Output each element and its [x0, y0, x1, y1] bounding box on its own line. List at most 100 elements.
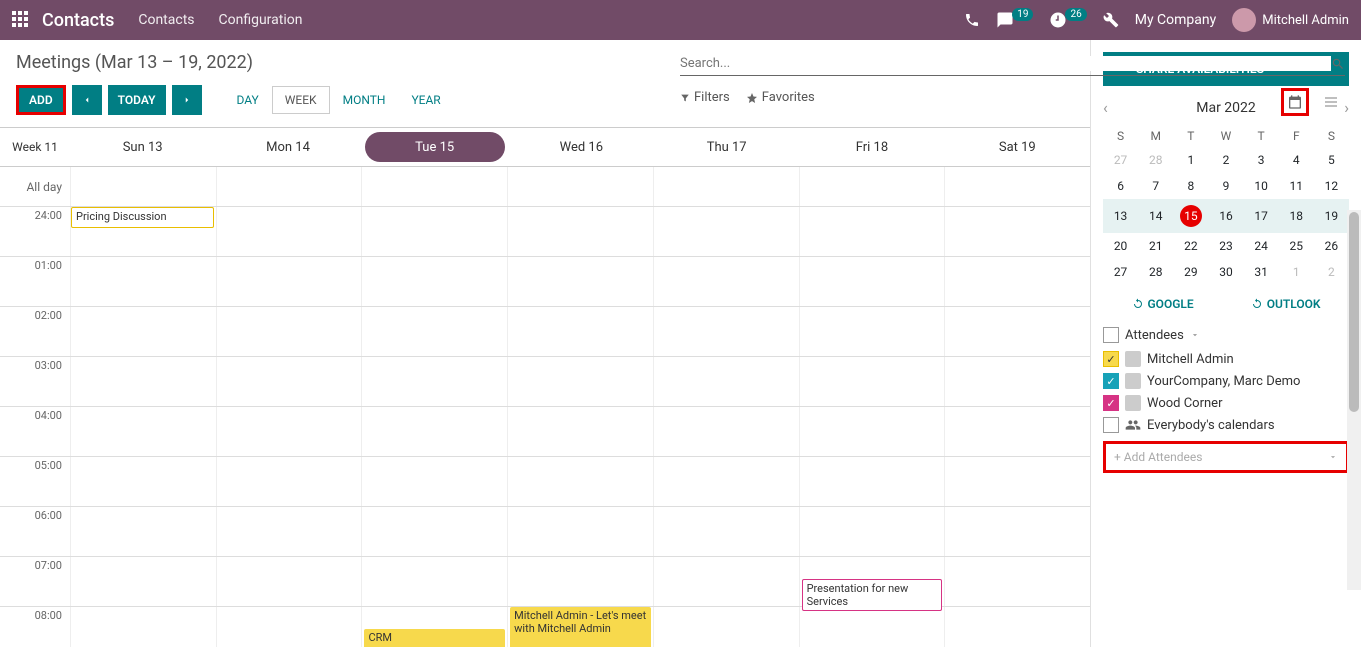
day-cell[interactable]	[944, 207, 1090, 256]
minical-day[interactable]: 20	[1103, 233, 1138, 259]
calendar-event[interactable]: CRM	[364, 629, 505, 647]
allday-cell[interactable]	[799, 167, 945, 206]
day-cell[interactable]	[944, 407, 1090, 456]
minical-day[interactable]: 21	[1138, 233, 1173, 259]
day-cell[interactable]: Mitchell Admin - Let's meet with Mitchel…	[507, 607, 653, 647]
next-button[interactable]	[172, 85, 202, 115]
day-cell[interactable]	[216, 307, 362, 356]
filters-dropdown[interactable]: Filters	[680, 90, 730, 105]
minical-day[interactable]: 4	[1279, 147, 1314, 173]
minical-day[interactable]: 15	[1173, 199, 1208, 233]
day-cell[interactable]	[361, 307, 507, 356]
day-cell[interactable]	[70, 457, 216, 506]
day-cell[interactable]	[70, 307, 216, 356]
allday-cell[interactable]	[216, 167, 362, 206]
allday-cell[interactable]	[70, 167, 216, 206]
attendees-header[interactable]: Attendees	[1103, 327, 1349, 343]
day-cell[interactable]	[361, 207, 507, 256]
minical-day[interactable]: 6	[1103, 173, 1138, 199]
day-cell[interactable]	[507, 307, 653, 356]
day-cell[interactable]	[653, 607, 799, 647]
nav-contacts[interactable]: Contacts	[138, 12, 194, 28]
day-cell[interactable]	[361, 457, 507, 506]
app-brand[interactable]: Contacts	[42, 10, 114, 31]
minical-day[interactable]: 19	[1314, 199, 1349, 233]
day-cell[interactable]	[653, 457, 799, 506]
add-attendees-input[interactable]: + Add Attendees	[1103, 441, 1349, 473]
minical-day[interactable]: 28	[1138, 259, 1173, 285]
favorites-dropdown[interactable]: Favorites	[746, 90, 815, 105]
add-button[interactable]: ADD	[16, 85, 66, 115]
minical-day[interactable]: 28	[1138, 147, 1173, 173]
day-cell[interactable]	[70, 607, 216, 647]
minical-day[interactable]: 24	[1244, 233, 1279, 259]
calendar-event[interactable]: Pricing Discussion	[71, 207, 214, 228]
day-cell[interactable]	[653, 207, 799, 256]
phone-icon[interactable]	[964, 12, 980, 28]
minical-day[interactable]: 12	[1314, 173, 1349, 199]
attendee-row[interactable]: ✓YourCompany, Marc Demo	[1103, 373, 1349, 389]
day-mon[interactable]: Mon 14	[215, 128, 360, 166]
minical-day[interactable]: 7	[1138, 173, 1173, 199]
attendee-checkbox[interactable]: ✓	[1103, 351, 1119, 367]
day-cell[interactable]	[799, 407, 945, 456]
day-cell[interactable]	[653, 257, 799, 306]
minical-day[interactable]: 29	[1173, 259, 1208, 285]
day-cell[interactable]	[216, 607, 362, 647]
day-cell[interactable]	[944, 307, 1090, 356]
day-cell[interactable]: Presentation for new Services	[799, 557, 945, 606]
day-cell[interactable]: Pricing Discussion	[70, 207, 216, 256]
day-cell[interactable]	[944, 357, 1090, 406]
day-cell[interactable]	[361, 257, 507, 306]
minical-day[interactable]: 26	[1314, 233, 1349, 259]
day-cell[interactable]	[944, 257, 1090, 306]
day-cell[interactable]	[70, 557, 216, 606]
calendar-event[interactable]: Mitchell Admin - Let's meet with Mitchel…	[510, 607, 651, 647]
search-input[interactable]	[680, 56, 1331, 71]
minical-day[interactable]: 3	[1244, 147, 1279, 173]
day-cell[interactable]	[361, 357, 507, 406]
scrollbar-thumb[interactable]	[1349, 212, 1359, 412]
scrollbar[interactable]	[1347, 210, 1361, 590]
calendar-view-icon[interactable]	[1281, 88, 1309, 116]
minical-day[interactable]: 25	[1279, 233, 1314, 259]
chat-icon[interactable]: 19	[996, 11, 1033, 29]
day-cell[interactable]	[361, 557, 507, 606]
day-cell[interactable]	[216, 507, 362, 556]
attendee-checkbox[interactable]: ✓	[1103, 395, 1119, 411]
day-cell[interactable]	[799, 357, 945, 406]
activity-icon[interactable]: 26	[1049, 11, 1086, 29]
minical-day[interactable]: 2	[1208, 147, 1243, 173]
day-sun[interactable]: Sun 13	[70, 128, 215, 166]
minical-day[interactable]: 5	[1314, 147, 1349, 173]
day-cell[interactable]	[799, 207, 945, 256]
day-cell[interactable]	[653, 307, 799, 356]
minical-day[interactable]: 8	[1173, 173, 1208, 199]
day-cell[interactable]	[653, 407, 799, 456]
day-cell[interactable]	[216, 557, 362, 606]
minical-day[interactable]: 10	[1244, 173, 1279, 199]
day-cell[interactable]	[944, 557, 1090, 606]
sync-outlook[interactable]: OUTLOOK	[1251, 297, 1321, 311]
minical-day[interactable]: 11	[1279, 173, 1314, 199]
day-cell[interactable]	[799, 257, 945, 306]
minical-day[interactable]: 27	[1103, 147, 1138, 173]
apps-icon[interactable]	[12, 11, 30, 29]
prev-button[interactable]	[72, 85, 102, 115]
day-cell[interactable]	[944, 607, 1090, 647]
minical-day[interactable]: 17	[1244, 199, 1279, 233]
minical-day[interactable]: 1	[1173, 147, 1208, 173]
search-icon[interactable]	[1331, 57, 1345, 71]
day-cell[interactable]	[361, 507, 507, 556]
day-sat[interactable]: Sat 19	[945, 128, 1090, 166]
attendee-checkbox[interactable]: ✓	[1103, 373, 1119, 389]
minical-day[interactable]: 1	[1279, 259, 1314, 285]
day-cell[interactable]	[70, 357, 216, 406]
day-thu[interactable]: Thu 17	[654, 128, 799, 166]
company-label[interactable]: My Company	[1135, 12, 1217, 28]
day-cell[interactable]	[216, 407, 362, 456]
day-cell[interactable]	[944, 457, 1090, 506]
day-cell[interactable]	[507, 357, 653, 406]
day-cell[interactable]	[799, 457, 945, 506]
day-tue[interactable]: Tue 15	[365, 132, 505, 162]
